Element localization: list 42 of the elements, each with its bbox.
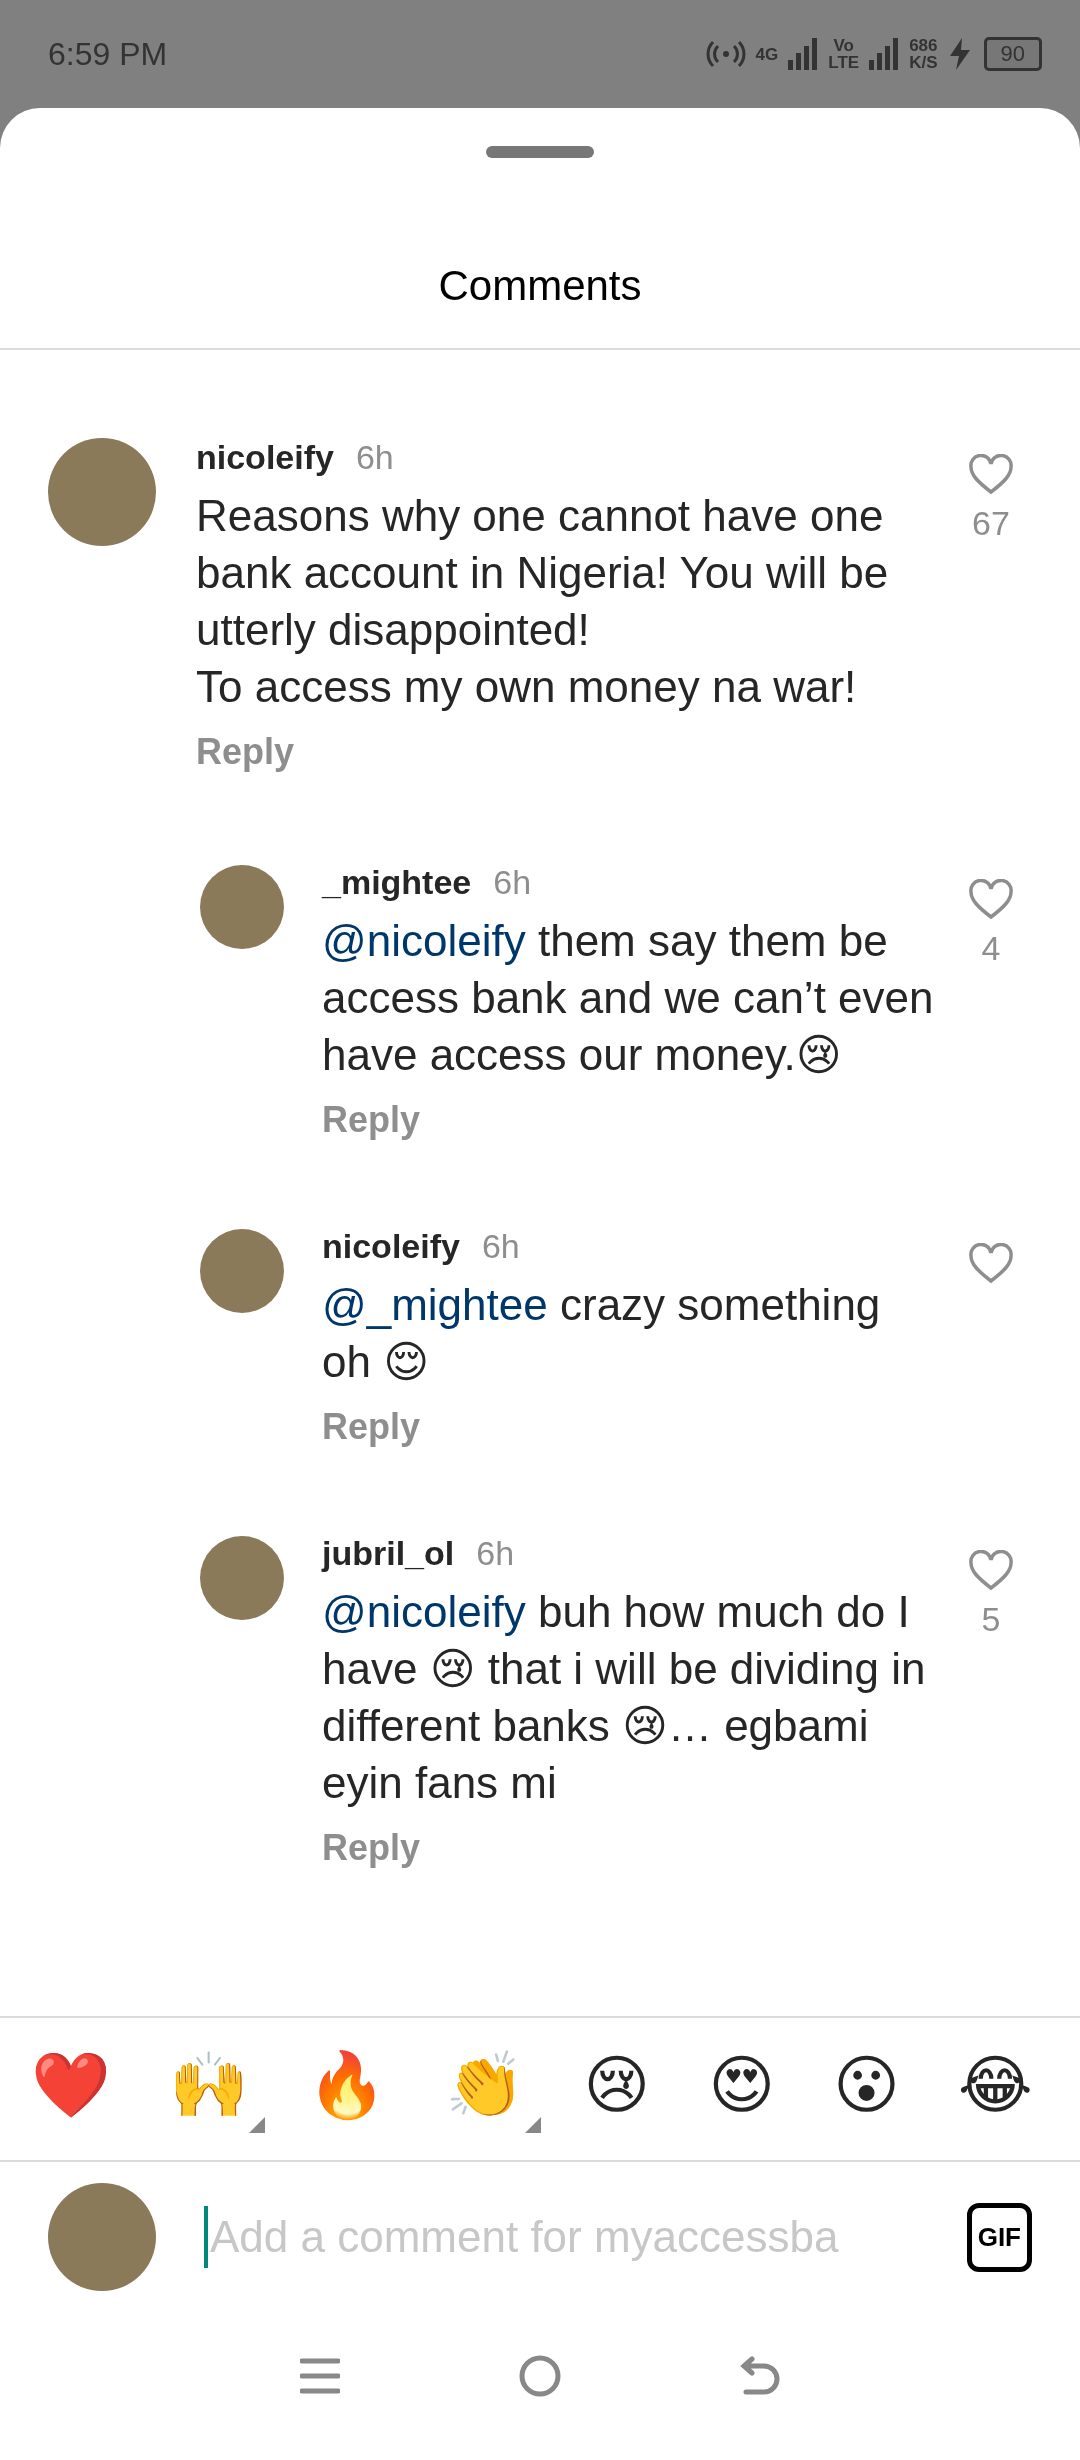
battery-indicator: 90 <box>983 37 1042 71</box>
emoji-reaction[interactable]: 😍 <box>708 2045 792 2133</box>
comment-text: Reasons why one cannot have one bank account in Nigeria! You will be utterly disappointed! To access my own money na war! <box>196 490 890 713</box>
username[interactable]: _mightee <box>322 863 472 902</box>
comment-time: 6h <box>481 1227 520 1266</box>
emoji-reaction[interactable]: 😂 <box>958 2045 1049 2133</box>
speed-unit: K/S <box>909 54 938 71</box>
comment-text: @nicoleify buh how much do I have 😢 that i will be dividing in different banks 😢… egbami eyin fans mi <box>322 1586 927 1809</box>
heart-icon[interactable] <box>968 1550 1014 1592</box>
status-time: 6:59 PM <box>48 35 168 73</box>
username[interactable]: jubril_ol <box>322 1534 455 1573</box>
comment-time: 6h <box>493 863 532 902</box>
volte-label: LTE <box>828 54 860 71</box>
heart-icon[interactable] <box>968 879 1014 921</box>
comment-text: @nicoleify them say them be access bank and we can’t even have access our money.😢 <box>322 915 935 1081</box>
network-speed: 686 <box>909 37 938 54</box>
variants-icon <box>249 2117 266 2133</box>
sheet-title: Comments <box>0 158 1080 350</box>
network-type: 4G <box>755 45 779 63</box>
username[interactable]: nicoleify <box>322 1227 460 1266</box>
emoji-reaction[interactable]: 😢 <box>583 2045 667 2133</box>
heart-icon[interactable] <box>968 1243 1014 1285</box>
emoji-reaction[interactable]: 😮 <box>833 2045 916 2133</box>
like-count: 4 <box>981 929 1001 968</box>
signal-icon <box>869 38 900 70</box>
volte-label: Vo <box>833 37 854 54</box>
drag-handle[interactable] <box>486 146 594 158</box>
like-count: 67 <box>972 504 1010 543</box>
heart-icon[interactable] <box>968 454 1014 496</box>
back-icon[interactable] <box>740 2356 781 2396</box>
variants-icon <box>525 2117 542 2133</box>
comment-text: @_mightee crazy something oh 😌 <box>322 1279 882 1388</box>
like-count: 5 <box>981 1600 1001 1639</box>
comment-time: 6h <box>476 1534 515 1573</box>
emoji-reaction[interactable]: ❤ <box>31 2045 128 2133</box>
home-icon[interactable] <box>519 2355 561 2397</box>
signal-icon <box>788 38 819 70</box>
username[interactable]: nicoleify <box>196 438 334 477</box>
menu-icon[interactable] <box>299 2358 340 2394</box>
gif-button[interactable]: GIF <box>966 2202 1032 2272</box>
hotspot-icon <box>705 39 746 69</box>
comment-time: 6h <box>355 438 394 477</box>
